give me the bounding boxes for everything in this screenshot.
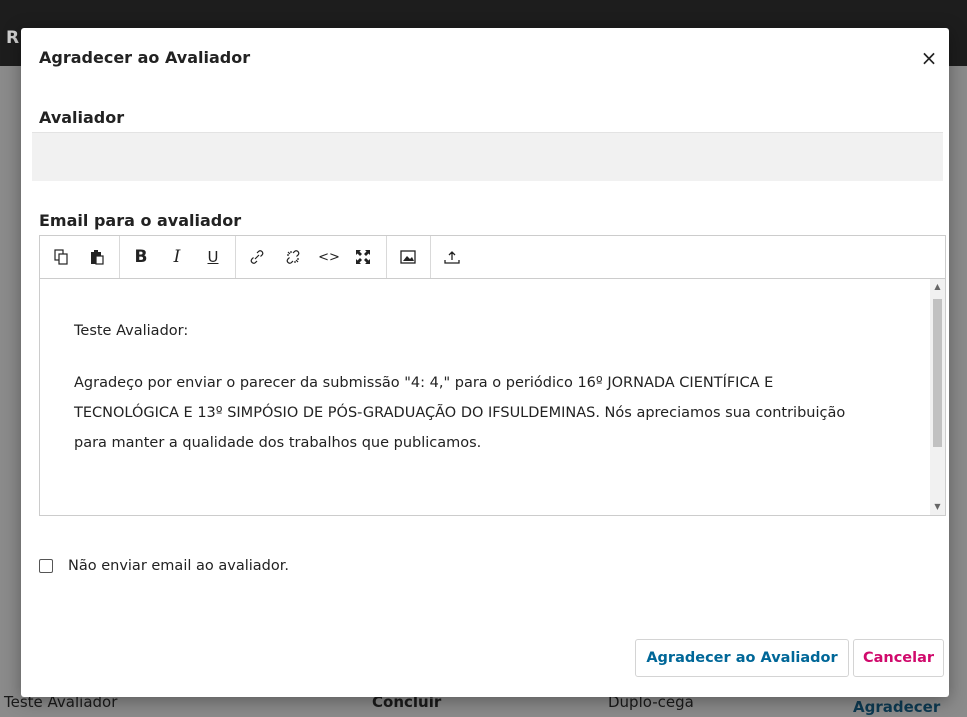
thank-reviewer-modal: Agradecer ao Avaliador × Avaliador Email… [21, 28, 949, 697]
skip-email-checkbox[interactable] [39, 559, 53, 573]
fullscreen-icon [356, 250, 370, 264]
code-button[interactable]: <> [316, 244, 342, 270]
reviewer-field [32, 132, 943, 181]
link-button[interactable] [244, 244, 270, 270]
paste-icon [91, 250, 104, 265]
paste-button[interactable] [84, 244, 110, 270]
modal-title: Agradecer ao Avaliador [39, 48, 251, 67]
toolbar-divider [235, 236, 236, 278]
scroll-up-icon[interactable]: ▲ [930, 281, 945, 293]
toolbar-divider [386, 236, 387, 278]
toolbar-divider [119, 236, 120, 278]
copy-icon [54, 249, 68, 265]
editor-toolbar: B I U <> [40, 236, 945, 279]
email-body[interactable]: Teste Avaliador: Agradeço por enviar o p… [40, 279, 929, 515]
link-icon [250, 250, 264, 264]
underline-button[interactable]: U [200, 244, 226, 270]
reviewer-section-label: Avaliador [39, 108, 125, 127]
toolbar-divider [430, 236, 431, 278]
email-greeting: Teste Avaliador: [74, 323, 189, 339]
background-header-letter: R [6, 28, 20, 48]
cancel-button[interactable]: Cancelar [853, 639, 944, 677]
scroll-thumb[interactable] [933, 299, 942, 447]
fullscreen-button[interactable] [350, 244, 376, 270]
close-button[interactable]: × [917, 46, 941, 70]
background-review-row: Teste Avaliador Concluir Duplo-cega Agra… [0, 693, 967, 717]
thank-reviewer-button[interactable]: Agradecer ao Avaliador [635, 639, 849, 677]
upload-button[interactable] [439, 244, 465, 270]
email-section-label: Email para o avaliador [39, 211, 242, 230]
unlink-button[interactable] [280, 244, 306, 270]
unlink-icon [286, 250, 300, 264]
skip-email-option[interactable]: Não enviar email ao avaliador. [39, 558, 289, 574]
email-paragraph: Agradeço por enviar o parecer da submiss… [74, 375, 846, 451]
image-button[interactable] [395, 244, 421, 270]
italic-icon: I [173, 247, 181, 267]
bold-icon: B [134, 247, 148, 267]
close-icon: × [920, 46, 938, 70]
bold-button[interactable]: B [128, 244, 154, 270]
upload-icon [444, 251, 460, 264]
background-thank-link: Agradecer [853, 698, 941, 716]
scroll-down-icon[interactable]: ▼ [930, 501, 945, 513]
code-icon: <> [318, 249, 340, 265]
email-editor: B I U <> Teste Avaliador: Agradeço por e… [39, 235, 946, 516]
editor-scrollbar[interactable]: ▲ ▼ [930, 279, 945, 515]
italic-button[interactable]: I [164, 244, 190, 270]
copy-button[interactable] [48, 244, 74, 270]
image-icon [400, 250, 416, 264]
skip-email-label: Não enviar email ao avaliador. [68, 558, 289, 574]
underline-icon: U [207, 248, 219, 266]
